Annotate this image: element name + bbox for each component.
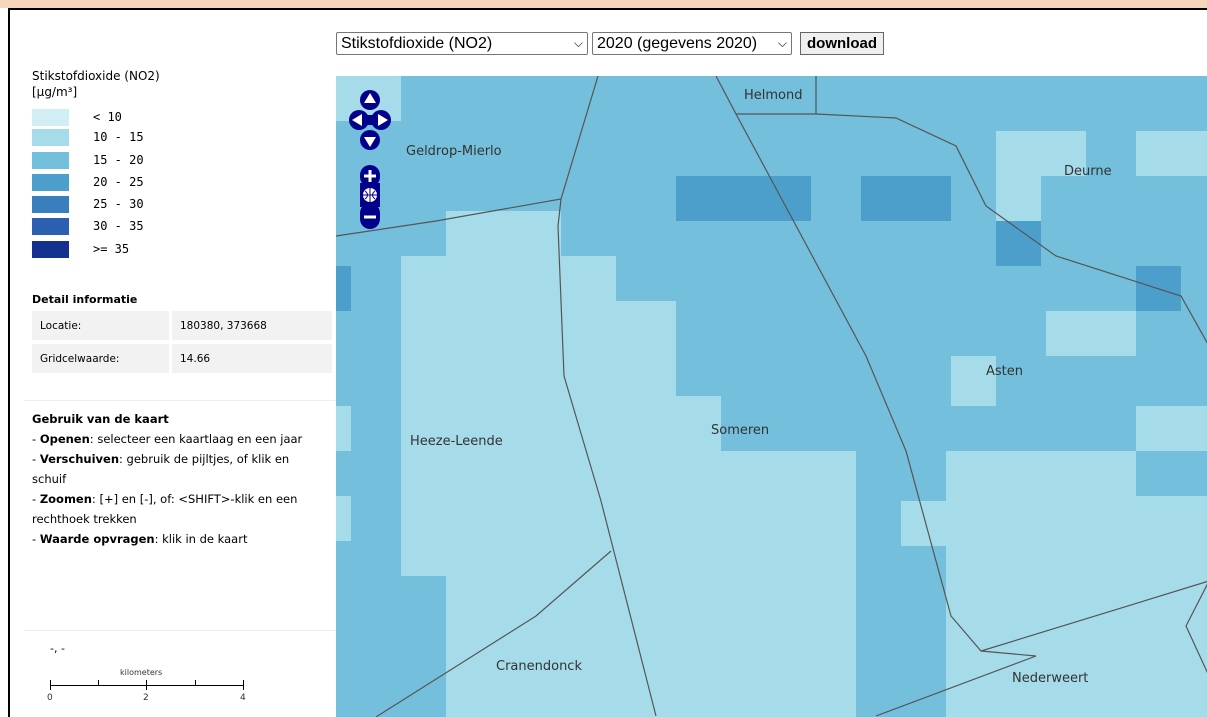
usage-item-title: Openen bbox=[39, 432, 90, 446]
scale-tick bbox=[50, 680, 51, 690]
legend-item: >= 35 bbox=[32, 240, 129, 258]
legend-item: 30 - 35 bbox=[32, 217, 144, 235]
detail-value: 180380, 373668 bbox=[172, 311, 332, 340]
usage-item-title: Waarde opvragen bbox=[39, 532, 155, 546]
year-select[interactable]: 2020 (gegevens 2020) ⌵ bbox=[592, 32, 792, 55]
scale-tick bbox=[98, 680, 99, 686]
legend-item: 15 - 20 bbox=[32, 151, 144, 169]
legend-swatch bbox=[32, 108, 69, 126]
scale-tick bbox=[146, 680, 147, 690]
chevron-down-icon: ⌵ bbox=[573, 36, 583, 50]
scale-bar: kilometers 0 2 4 bbox=[40, 664, 250, 714]
usage-heading: Gebruik van de kaart bbox=[32, 412, 169, 426]
layer-select[interactable]: Stikstofdioxide (NO2) ⌵ bbox=[336, 32, 588, 55]
usage-item-title: Verschuiven bbox=[39, 452, 120, 466]
legend-swatch bbox=[32, 151, 69, 169]
pan-up-icon[interactable] bbox=[360, 90, 380, 110]
place-label: Asten bbox=[986, 364, 1024, 379]
place-label: Deurne bbox=[1064, 164, 1112, 179]
map-viewport[interactable]: Helmond Geldrop-Mierlo Deurne Asten Heez… bbox=[336, 76, 1207, 717]
chevron-down-icon: ⌵ bbox=[777, 36, 787, 50]
place-label: Helmond bbox=[744, 88, 803, 103]
usage-item-title: Zoomen bbox=[39, 492, 92, 506]
legend-title: Stikstofdioxide (NO2) [µg/m³] bbox=[32, 68, 160, 100]
divider bbox=[24, 400, 336, 401]
legend-swatch bbox=[32, 195, 69, 213]
place-label: Someren bbox=[711, 423, 770, 438]
scale-tick bbox=[243, 680, 244, 690]
detail-row-location: Locatie: 180380, 373668 bbox=[32, 311, 332, 340]
app-frame: Stikstofdioxide (NO2) [µg/m³] < 10 10 - … bbox=[8, 8, 1207, 717]
detail-row-gridcell: Gridcelwaarde: 14.66 bbox=[32, 344, 332, 373]
usage-instructions: Gebruik van de kaart - Openen: selecteer… bbox=[32, 409, 317, 549]
browser-top-strip bbox=[0, 0, 1207, 8]
coordinate-readout: -, - bbox=[50, 642, 65, 655]
sidebar: Stikstofdioxide (NO2) [µg/m³] < 10 10 - … bbox=[10, 10, 336, 717]
legend-title-name: Stikstofdioxide (NO2) bbox=[32, 69, 160, 83]
detail-key: Gridcelwaarde: bbox=[32, 344, 169, 373]
legend-label: 30 - 35 bbox=[93, 219, 144, 233]
scale-unit-label: kilometers bbox=[120, 668, 163, 677]
scale-tick-label: 2 bbox=[143, 693, 149, 703]
legend-label: >= 35 bbox=[93, 242, 130, 256]
legend-label: 25 - 30 bbox=[93, 197, 144, 211]
legend-title-unit: [µg/m³] bbox=[32, 85, 78, 99]
scale-tick-label: 0 bbox=[47, 693, 53, 703]
year-select-value: 2020 (gegevens 2020) bbox=[597, 34, 758, 52]
detail-table: Locatie: 180380, 373668 Gridcelwaarde: 1… bbox=[32, 311, 332, 377]
download-button[interactable]: download bbox=[800, 32, 884, 55]
detail-value: 14.66 bbox=[172, 344, 332, 373]
legend-label: 20 - 25 bbox=[93, 175, 144, 189]
usage-item: - Openen: selecteer een kaartlaag en een… bbox=[32, 432, 303, 446]
place-label: Cranendonck bbox=[496, 659, 582, 674]
layer-select-value: Stikstofdioxide (NO2) bbox=[341, 34, 493, 52]
legend-item: 10 - 15 bbox=[32, 128, 144, 146]
place-label: Nederweert bbox=[1012, 671, 1089, 686]
map-toolbar: Stikstofdioxide (NO2) ⌵ 2020 (gegevens 2… bbox=[336, 32, 884, 55]
usage-item: - Zoomen: [+] en [-], of: <SHIFT>-klik e… bbox=[32, 492, 298, 526]
legend-label: < 10 bbox=[93, 110, 122, 124]
legend-label: 10 - 15 bbox=[93, 130, 144, 144]
detail-heading: Detail informatie bbox=[32, 293, 138, 306]
scale-tick bbox=[195, 680, 196, 686]
legend-swatch bbox=[32, 128, 69, 146]
pan-down-icon[interactable] bbox=[360, 130, 380, 150]
detail-key: Locatie: bbox=[32, 311, 169, 340]
legend-item: 20 - 25 bbox=[32, 173, 144, 191]
scale-line bbox=[50, 685, 244, 686]
legend-swatch bbox=[32, 217, 69, 235]
place-label: Geldrop-Mierlo bbox=[406, 144, 502, 159]
usage-item-text: : selecteer een kaartlaag en een jaar bbox=[89, 432, 303, 446]
legend-label: 15 - 20 bbox=[93, 153, 144, 167]
legend-swatch bbox=[32, 173, 69, 191]
map-nav-svg bbox=[349, 90, 391, 229]
usage-item: - Verschuiven: gebruik de pijltjes, of k… bbox=[32, 452, 290, 486]
place-label: Heeze-Leende bbox=[410, 434, 503, 449]
zoom-out-icon[interactable] bbox=[360, 203, 380, 229]
usage-item-text: : klik in de kaart bbox=[154, 532, 248, 546]
usage-item: - Waarde opvragen: klik in de kaart bbox=[32, 532, 248, 546]
scale-tick-label: 4 bbox=[240, 693, 246, 703]
legend-item: 25 - 30 bbox=[32, 195, 144, 213]
map-nav-controls bbox=[348, 89, 398, 243]
legend-swatch bbox=[32, 240, 69, 258]
legend-item: < 10 bbox=[32, 108, 122, 126]
divider bbox=[24, 630, 336, 631]
